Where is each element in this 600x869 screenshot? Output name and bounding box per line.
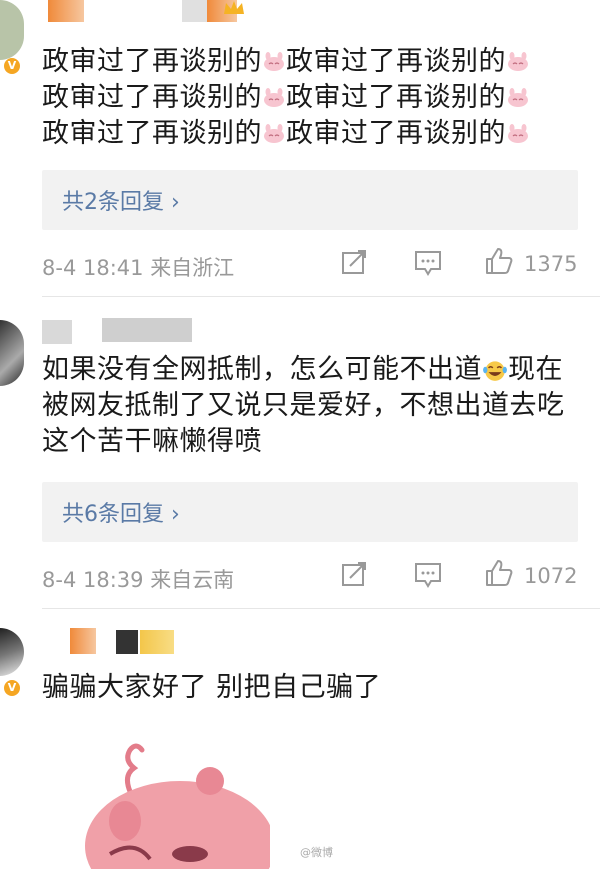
like-icon[interactable] <box>484 246 514 276</box>
username[interactable] <box>42 628 192 654</box>
comment-text: 政审过了再谈别的 政审过了再谈别的 政审过了再谈别的 政审过了再谈别的 政审过了再谈… <box>42 44 582 152</box>
avatar[interactable] <box>0 0 24 60</box>
verified-badge-icon: V <box>4 58 20 74</box>
replies-label: 共6条回复 › <box>62 502 180 527</box>
replies-button[interactable]: 共2条回复 › <box>42 170 578 230</box>
comment-meta: 8-4 18:41 来自浙江 1375 <box>42 248 582 282</box>
avatar[interactable] <box>0 320 24 386</box>
pig-sticker-image <box>85 743 270 869</box>
bunny-emoji-icon <box>508 124 528 143</box>
comment-text: 骗骗大家好了 别把自己骗了 <box>42 672 382 703</box>
like-count: 1375 <box>524 252 578 276</box>
share-icon[interactable] <box>340 248 368 276</box>
username[interactable] <box>42 0 252 26</box>
share-icon[interactable] <box>340 560 368 588</box>
watermark: @微博 <box>300 846 333 859</box>
comment-line: 政审过了再谈别的 政审过了再谈别的 <box>42 80 582 116</box>
bunny-emoji-icon <box>264 88 284 107</box>
divider <box>42 608 600 609</box>
comment-text: 如果没有全网抵制，怎么可能不出道 现在被网友抵制了又说只是爱好，不想出道去吃这个苦… <box>42 354 565 457</box>
bunny-emoji-icon <box>508 52 528 71</box>
divider <box>42 296 600 297</box>
like-count: 1072 <box>524 564 578 588</box>
comment-icon[interactable] <box>414 562 442 588</box>
like-icon[interactable] <box>484 558 514 588</box>
comment-meta: 8-4 18:39 来自云南 1072 <box>42 560 582 594</box>
timestamp: 8-4 18:41 来自浙江 <box>42 256 235 280</box>
timestamp: 8-4 18:39 来自云南 <box>42 568 235 592</box>
avatar[interactable] <box>0 628 24 676</box>
comment-line: 政审过了再谈别的 政审过了再谈别的 <box>42 116 582 152</box>
username[interactable] <box>42 318 242 344</box>
bunny-emoji-icon <box>508 88 528 107</box>
crown-icon <box>224 1 244 14</box>
comment-icon[interactable] <box>414 250 442 276</box>
replies-label: 共2条回复 › <box>62 190 180 215</box>
replies-button[interactable]: 共6条回复 › <box>42 482 578 542</box>
bunny-emoji-icon <box>264 124 284 143</box>
verified-badge-icon: V <box>4 680 20 696</box>
comment-line: 政审过了再谈别的 政审过了再谈别的 <box>42 44 582 80</box>
laugh-cry-emoji-icon <box>483 361 507 381</box>
bunny-emoji-icon <box>264 52 284 71</box>
